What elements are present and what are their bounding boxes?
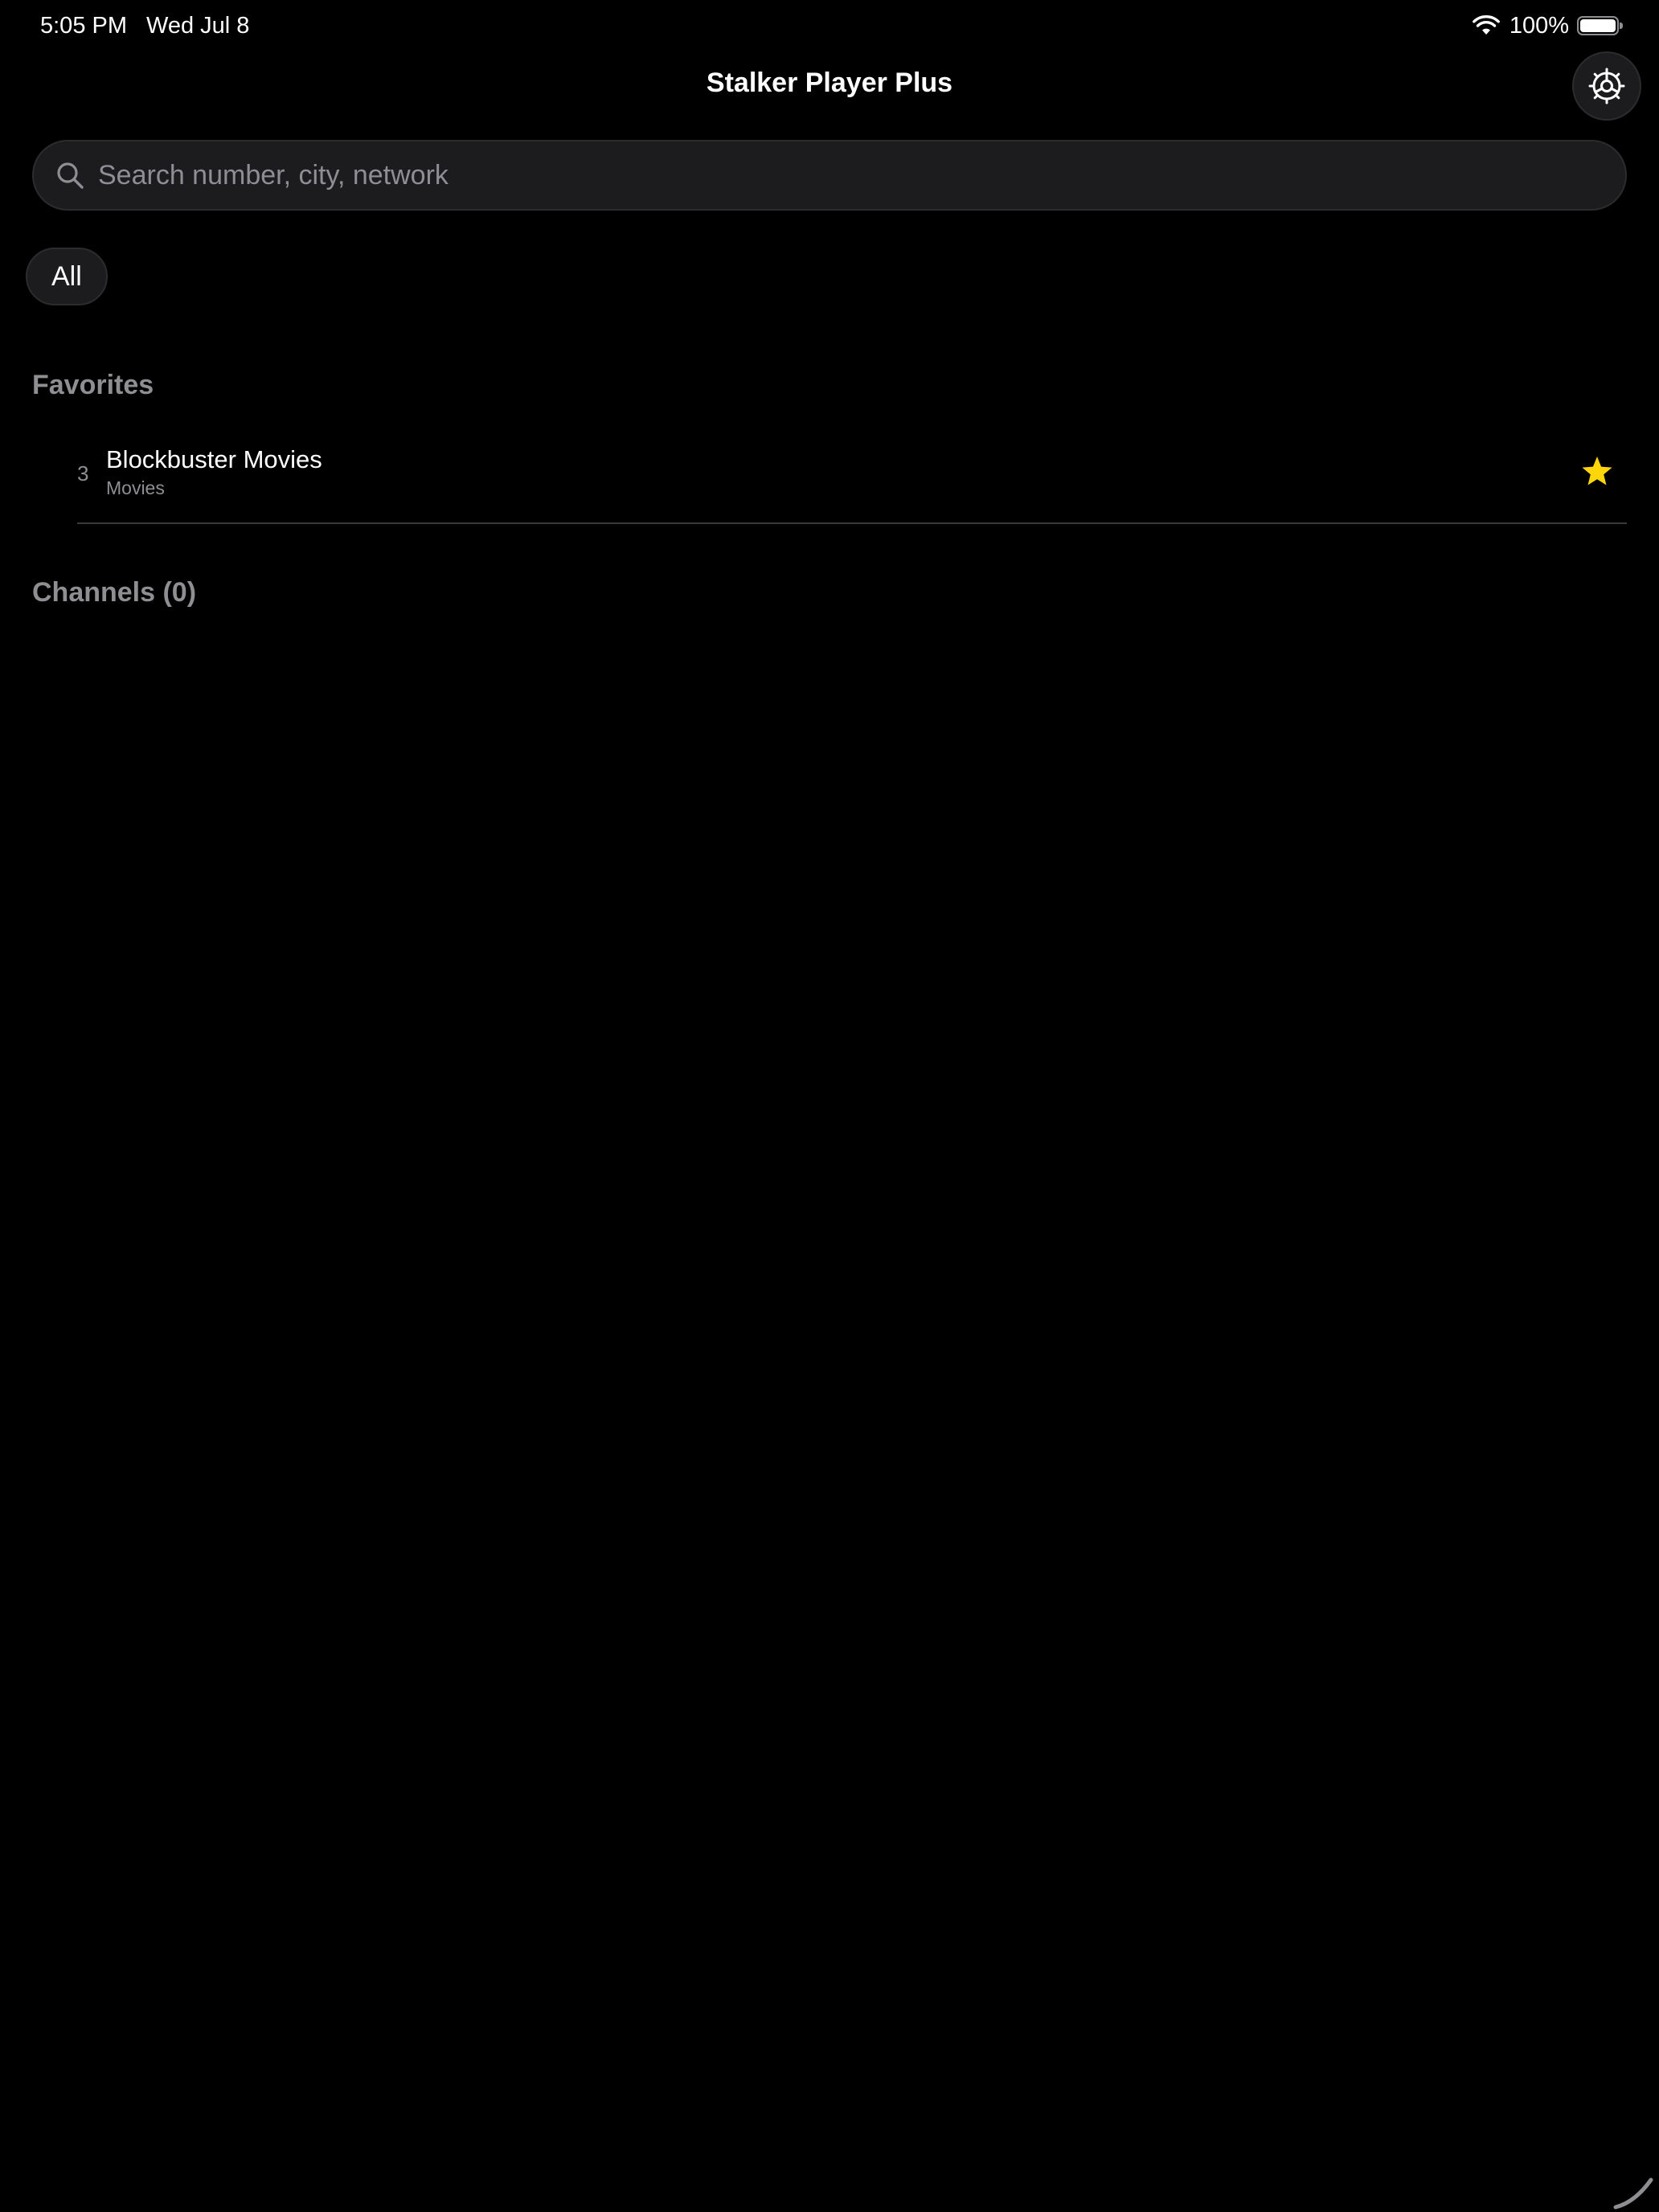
filter-chip-label: All bbox=[51, 260, 82, 292]
corner-stroke-icon bbox=[1613, 2177, 1653, 2210]
status-date: Wed Jul 8 bbox=[146, 12, 250, 39]
filter-chip-all[interactable]: All bbox=[26, 248, 108, 305]
list-item[interactable]: 3 Blockbuster Movies Movies bbox=[0, 434, 1659, 524]
settings-button[interactable] bbox=[1572, 51, 1641, 121]
favorites-header: Favorites bbox=[32, 370, 154, 400]
star-icon[interactable] bbox=[1580, 455, 1614, 489]
status-bar-left: 5:05 PM Wed Jul 8 bbox=[40, 11, 249, 40]
channel-category: Movies bbox=[106, 477, 165, 498]
gear-icon bbox=[1588, 68, 1625, 104]
battery-icon bbox=[1577, 16, 1623, 35]
battery-fill bbox=[1580, 19, 1616, 32]
row-divider bbox=[77, 522, 1627, 524]
status-time: 5:05 PM bbox=[40, 12, 127, 39]
search-icon bbox=[57, 162, 84, 189]
battery-percent: 100% bbox=[1509, 12, 1569, 39]
search-bar[interactable] bbox=[32, 140, 1627, 211]
channel-number: 3 bbox=[77, 461, 89, 485]
channel-name: Blockbuster Movies bbox=[106, 445, 322, 473]
page-title: Stalker Player Plus bbox=[706, 68, 953, 98]
status-bar-right: 100% bbox=[1472, 11, 1623, 40]
channels-header: Channels (0) bbox=[32, 577, 197, 608]
search-input[interactable] bbox=[98, 159, 1625, 191]
wifi-icon bbox=[1472, 15, 1500, 35]
